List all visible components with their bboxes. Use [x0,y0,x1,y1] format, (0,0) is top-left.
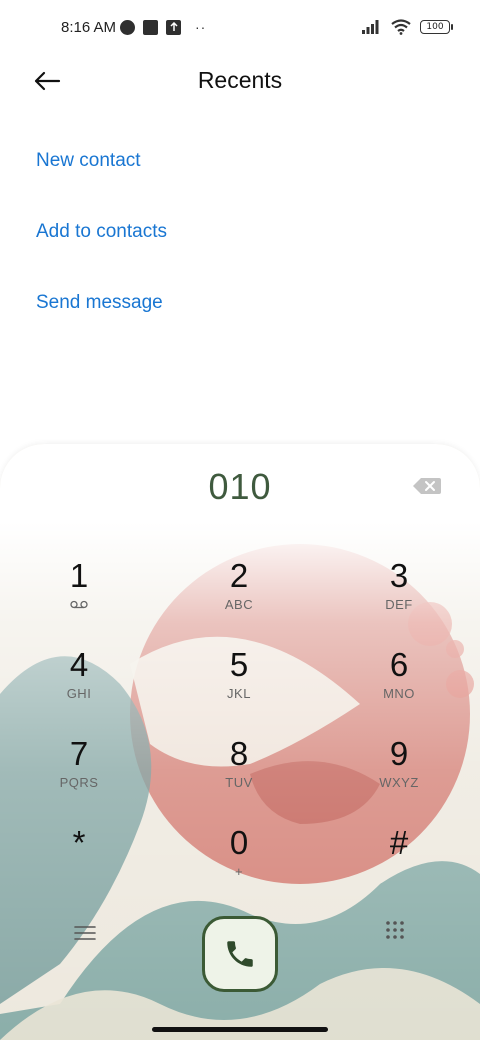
key-letters: TUV [225,775,253,790]
notification-icons: ·· [120,18,206,36]
key-digit: 9 [389,735,409,772]
key-digit: 3 [389,557,409,594]
key-letters: PQRS [59,775,99,790]
page-title: Recents [197,67,283,93]
key-letters: MNO [383,686,415,701]
key-digit: # [389,824,409,861]
battery-icon: 100 [420,20,453,34]
wifi-icon [391,19,411,35]
key-digit: 4 [69,646,89,683]
key-digit: 1 [69,557,89,594]
key-letters: ABC [224,597,254,612]
key-star[interactable]: * [19,825,139,905]
status-bar: 8:16 AM ·· 100 [0,0,480,56]
contrast-icon [120,19,135,35]
dialed-number[interactable]: 010 [0,466,480,508]
key-6[interactable]: 6 MNO [339,647,459,727]
menu-icon[interactable] [74,926,96,940]
key-digit: 8 [229,735,249,772]
signal-icon [362,20,379,34]
voicemail-icon [19,597,139,612]
backspace-icon[interactable] [412,476,442,496]
key-digit: 0 [229,824,249,861]
key-digit: 7 [69,735,89,772]
keypad-icon[interactable] [385,920,405,940]
square-icon [143,19,158,35]
status-time: 8:16 AM [61,19,117,36]
key-letters: GHI [66,686,92,701]
new-contact-link[interactable]: New contact [36,150,141,172]
key-4[interactable]: 4 GHI [19,647,139,727]
key-5[interactable]: 5 JKL [179,647,299,727]
add-to-contacts-link[interactable]: Add to contacts [36,221,167,243]
key-9[interactable]: 9 WXYZ [339,736,459,816]
key-3[interactable]: 3 DEF [339,558,459,638]
key-8[interactable]: 8 TUV [179,736,299,816]
key-letters: WXYZ [379,775,419,790]
call-button[interactable] [202,916,278,992]
key-digit: 5 [229,646,249,683]
key-letters: JKL [227,686,251,701]
key-letters: + [234,864,244,879]
key-digit: * [72,824,86,861]
key-letters: DEF [385,597,413,612]
send-message-link[interactable]: Send message [36,292,163,314]
key-7[interactable]: 7 PQRS [19,736,139,816]
phone-icon [227,941,253,967]
key-digit: 2 [229,557,249,594]
dialer-panel: 010 1 2 ABC 3 DEF 4 GHI 5 JKL 6 MNO 7 PQ… [0,444,480,1040]
more-dots-icon: ·· [195,19,207,35]
key-0[interactable]: 0 + [179,825,299,905]
upload-icon [166,19,181,35]
key-1[interactable]: 1 [19,558,139,638]
key-2[interactable]: 2 ABC [179,558,299,638]
home-indicator[interactable] [152,1027,328,1032]
key-digit: 6 [389,646,409,683]
key-hash[interactable]: # [339,825,459,905]
system-icons: 100 [362,17,453,37]
